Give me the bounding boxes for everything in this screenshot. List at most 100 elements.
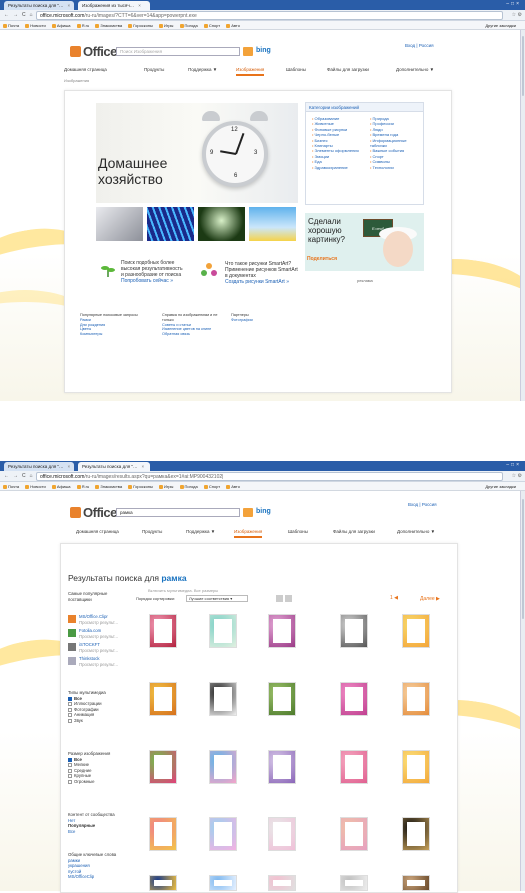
bookmark-5[interactable]: Гороскопы — [128, 23, 153, 28]
url-field[interactable]: office.microsoft.com/ru-ru/images/?CTT=6… — [36, 11, 503, 20]
breadcrumb[interactable]: Изображения — [64, 78, 89, 83]
provider-item[interactable]: Thinkstock Просмотр результ... — [68, 656, 130, 670]
nav-images[interactable]: Изображения — [236, 65, 265, 76]
category-link[interactable]: Здравоохранение — [312, 165, 368, 170]
forward-icon[interactable]: → — [13, 12, 18, 18]
nav-templates[interactable]: Шаблоны — [288, 527, 308, 536]
nav-products[interactable]: Продукты — [144, 65, 164, 74]
reload-icon[interactable]: C — [22, 473, 26, 479]
bookmark-1[interactable]: Новости — [25, 23, 46, 28]
sort-select[interactable]: Лучшие соответствия ▾ — [186, 595, 248, 602]
bookmark-7[interactable]: Погода — [179, 484, 198, 489]
bookmark-9[interactable]: Авто — [226, 23, 240, 28]
thumbnail-sun[interactable] — [249, 207, 296, 241]
size-option[interactable]: Огромные — [68, 779, 130, 785]
nav-products[interactable]: Продукты — [142, 527, 162, 536]
provider-item[interactable]: Fotolia.com Просмотр результ... — [68, 628, 130, 642]
result-thumbnail[interactable] — [149, 750, 177, 784]
category-link[interactable]: Информационные таблички — [370, 138, 424, 149]
bookmark-4[interactable]: Знакомства — [95, 23, 122, 28]
bookmark-6[interactable]: Игры — [158, 484, 173, 489]
result-thumbnail[interactable] — [268, 682, 296, 716]
media-option[interactable]: Звук — [68, 718, 130, 724]
bookmark-9[interactable]: Авто — [226, 484, 240, 489]
nav-downloads[interactable]: Файлы для загрузки — [327, 65, 369, 74]
result-thumbnail[interactable] — [149, 875, 177, 891]
forward-icon[interactable]: → — [13, 473, 18, 479]
checkbox-icon[interactable] — [68, 702, 72, 707]
result-thumbnail[interactable] — [268, 750, 296, 784]
nav-templates[interactable]: Шаблоны — [286, 65, 306, 74]
bookmark-3[interactable]: Я.ru — [76, 23, 89, 28]
checkbox-icon[interactable] — [68, 768, 72, 773]
bookmark-0[interactable]: Почта — [3, 23, 19, 28]
share-promo[interactable]: Сделали хорошую картинку? E=mc² Поделить… — [305, 213, 424, 271]
result-thumbnail[interactable] — [149, 682, 177, 716]
provider-item[interactable]: iSTOCKFT Просмотр результ... — [68, 642, 130, 656]
search-button[interactable] — [243, 47, 253, 56]
nav-support[interactable]: Поддержка ▼ — [186, 527, 215, 536]
search-input[interactable]: Поиск Изображения — [116, 47, 240, 56]
grid-view-icon[interactable] — [276, 595, 283, 602]
hero-banner[interactable]: 12 3 6 9 Домашнее хозяйство — [96, 103, 298, 203]
tab-images[interactable]: Изображения из тысяч… × — [78, 1, 150, 10]
bookmark-6[interactable]: Игры — [158, 23, 173, 28]
nav-downloads[interactable]: Файлы для загрузки — [333, 527, 375, 536]
result-thumbnail[interactable] — [402, 750, 430, 784]
close-icon[interactable]: × — [68, 464, 71, 469]
checkbox-icon[interactable] — [68, 696, 72, 701]
try-now-link[interactable]: Попробовать сейчас » — [121, 278, 173, 284]
result-thumbnail[interactable] — [268, 875, 296, 891]
scrollbar[interactable] — [520, 30, 525, 401]
close-icon[interactable]: × — [142, 464, 145, 469]
create-smartart-link[interactable]: Создать рисунки SmartArt » — [225, 279, 289, 285]
share-button[interactable]: Поделиться — [307, 256, 337, 262]
nav-home[interactable]: Домашняя страница — [76, 527, 119, 536]
result-thumbnail[interactable] — [402, 682, 430, 716]
thumbnail-yoga[interactable] — [198, 207, 245, 241]
result-thumbnail[interactable] — [268, 817, 296, 851]
close-icon[interactable]: × — [68, 3, 71, 8]
result-thumbnail[interactable] — [402, 614, 430, 648]
result-thumbnail[interactable] — [209, 614, 237, 648]
footer-link[interactable]: Обратная связь — [162, 332, 222, 337]
checkbox-icon[interactable] — [68, 774, 72, 779]
close-icon[interactable]: × — [138, 3, 141, 8]
pager-next[interactable]: Далее ▶ — [420, 596, 440, 602]
bookmark-8[interactable]: Спорт — [203, 484, 220, 489]
url-field[interactable]: office.microsoft.com/ru-ru/images/result… — [36, 472, 503, 481]
category-link[interactable]: Технологии — [370, 165, 424, 170]
nav-more[interactable]: Дополнительно ▼ — [397, 527, 435, 536]
bookmark-2[interactable]: Афиша — [51, 484, 71, 489]
keyword-link[interactable]: MS/OfficeClip — [68, 874, 130, 880]
star-icon[interactable]: ☆ ⚙ — [512, 10, 522, 21]
bookmark-1[interactable]: Новости — [25, 484, 46, 489]
pager-prev[interactable]: 1 ◀ — [390, 595, 398, 601]
bookmark-5[interactable]: Гороскопы — [128, 484, 153, 489]
nav-home[interactable]: Домашняя страница — [64, 65, 107, 74]
thumbnail-clock[interactable] — [96, 207, 143, 241]
home-icon[interactable]: ⌂ — [30, 12, 33, 18]
back-icon[interactable]: ← — [4, 12, 9, 18]
other-bookmarks[interactable]: Другие закладки — [485, 482, 516, 491]
result-thumbnail[interactable] — [340, 614, 368, 648]
nav-support[interactable]: Поддержка ▼ — [188, 65, 217, 74]
checkbox-icon[interactable] — [68, 757, 72, 762]
list-view-icon[interactable] — [285, 595, 292, 602]
scrollbar-thumb[interactable] — [522, 499, 524, 619]
sign-in-links[interactable]: Вход | Россия — [405, 43, 434, 48]
sign-in-links[interactable]: Вход | Россия — [408, 502, 437, 507]
star-icon[interactable]: ☆ ⚙ — [512, 471, 522, 482]
bookmark-4[interactable]: Знакомства — [95, 484, 122, 489]
other-bookmarks[interactable]: Другие закладки — [485, 21, 516, 30]
provider-sub[interactable]: Просмотр результ... — [68, 648, 130, 654]
tab-search-results-active[interactable]: Результаты поиска для "… × — [78, 462, 150, 471]
result-thumbnail[interactable] — [268, 614, 296, 648]
result-thumbnail[interactable] — [209, 750, 237, 784]
office-logo[interactable]: Office — [70, 505, 117, 520]
result-thumbnail[interactable] — [209, 875, 237, 891]
result-thumbnail[interactable] — [209, 682, 237, 716]
bookmark-0[interactable]: Почта — [3, 484, 19, 489]
back-icon[interactable]: ← — [4, 473, 9, 479]
result-thumbnail[interactable] — [209, 817, 237, 851]
